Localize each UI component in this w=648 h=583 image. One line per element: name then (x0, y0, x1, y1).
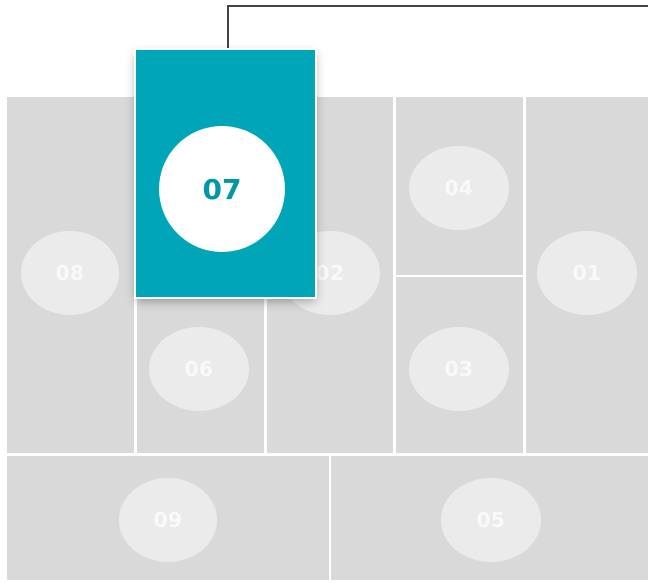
leader-line-horizontal (227, 5, 648, 7)
cell-04[interactable]: 04 (396, 97, 523, 275)
cell-06[interactable]: 06 (137, 299, 264, 453)
cell-label-07: 07 (159, 126, 285, 252)
cell-label-06: 06 (149, 327, 249, 411)
cell-label-04: 04 (409, 146, 509, 230)
cell-label-08: 08 (21, 231, 119, 315)
cell-label-09: 09 (119, 478, 217, 562)
floor-plan-diagram: 08 06 02 04 03 01 09 05 07 (0, 0, 648, 583)
cell-label-03: 03 (409, 327, 509, 411)
cell-08[interactable]: 08 (7, 97, 134, 453)
cell-05[interactable]: 05 (331, 456, 648, 580)
cell-03[interactable]: 03 (396, 277, 523, 453)
cell-label-01: 01 (537, 231, 637, 315)
cell-01[interactable]: 01 (526, 97, 648, 453)
cell-label-05: 05 (441, 478, 541, 562)
cell-09[interactable]: 09 (7, 456, 329, 580)
leader-line-vertical (227, 5, 229, 51)
